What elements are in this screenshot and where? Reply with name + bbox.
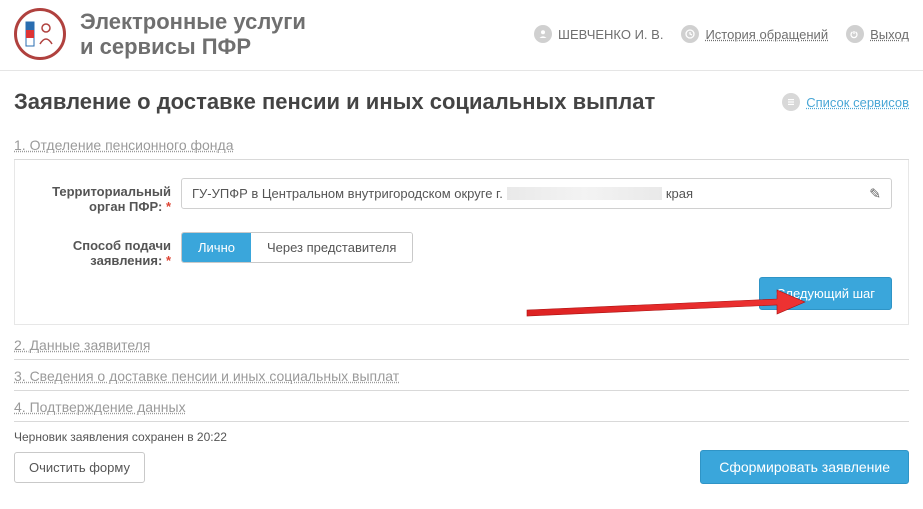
draft-saved-note: Черновик заявления сохранен в 20:22 bbox=[0, 422, 923, 450]
list-icon bbox=[782, 93, 800, 111]
step-2-heading[interactable]: 2. Данные заявителя bbox=[14, 329, 909, 360]
territorial-row: Территориальный орган ПФР: * ГУ-УПФР в Ц… bbox=[31, 178, 892, 214]
clear-form-button[interactable]: Очистить форму bbox=[14, 452, 145, 483]
method-control: Лично Через представителя bbox=[181, 232, 892, 263]
step-1-heading[interactable]: 1. Отделение пенсионного фонда bbox=[14, 129, 909, 160]
method-label-text: Способ подачи заявления: bbox=[73, 238, 171, 268]
header-right: ШЕВЧЕНКО И. В. История обращений Выход bbox=[534, 25, 909, 43]
app-header: Электронные услуги и сервисы ПФР ШЕВЧЕНК… bbox=[0, 0, 923, 71]
title-row: Заявление о доставке пенсии и иных социа… bbox=[0, 71, 923, 129]
brand-line-2: и сервисы ПФР bbox=[80, 34, 306, 59]
submit-application-button[interactable]: Сформировать заявление bbox=[700, 450, 909, 484]
history-label: История обращений bbox=[705, 27, 828, 42]
brand-line-1: Электронные услуги bbox=[80, 9, 306, 34]
territorial-input[interactable]: ГУ-УПФР в Центральном внутригородском ок… bbox=[181, 178, 892, 209]
logout-label: Выход bbox=[870, 27, 909, 42]
logout-icon bbox=[846, 25, 864, 43]
next-step-button[interactable]: Следующий шаг bbox=[759, 277, 892, 310]
step-4-heading[interactable]: 4. Подтверждение данных bbox=[14, 391, 909, 422]
required-asterisk: * bbox=[166, 253, 171, 268]
pfr-logo-icon bbox=[14, 8, 66, 60]
territorial-control: ГУ-УПФР в Центральном внутригородском ок… bbox=[181, 178, 892, 209]
territorial-prefix: ГУ-УПФР в Центральном внутригородском ок… bbox=[192, 186, 503, 201]
logout-link[interactable]: Выход bbox=[846, 25, 909, 43]
method-option-representative[interactable]: Через представителя bbox=[251, 233, 412, 262]
method-option-self[interactable]: Лично bbox=[182, 233, 251, 262]
territorial-label: Территориальный орган ПФР: * bbox=[31, 178, 181, 214]
territorial-masked-region bbox=[507, 187, 662, 200]
territorial-suffix: края bbox=[666, 186, 693, 201]
services-list-label: Список сервисов bbox=[806, 95, 909, 110]
user-name-label: ШЕВЧЕНКО И. В. bbox=[558, 27, 663, 42]
step-3-heading[interactable]: 3. Сведения о доставке пенсии и иных соц… bbox=[14, 360, 909, 391]
services-list-link[interactable]: Список сервисов bbox=[782, 93, 909, 111]
page-title: Заявление о доставке пенсии и иных социа… bbox=[14, 89, 655, 115]
history-icon bbox=[681, 25, 699, 43]
method-row: Способ подачи заявления: * Лично Через п… bbox=[31, 232, 892, 268]
territorial-label-text: Территориальный орган ПФР: bbox=[52, 184, 171, 214]
method-segmented-control: Лично Через представителя bbox=[181, 232, 413, 263]
user-menu[interactable]: ШЕВЧЕНКО И. В. bbox=[534, 25, 663, 43]
brand-title: Электронные услуги и сервисы ПФР bbox=[80, 9, 306, 60]
edit-icon[interactable]: ✎ bbox=[869, 185, 881, 202]
wizard-steps: 1. Отделение пенсионного фонда Территори… bbox=[0, 129, 923, 422]
history-link[interactable]: История обращений bbox=[681, 25, 828, 43]
user-icon bbox=[534, 25, 552, 43]
bottom-actions: Очистить форму Сформировать заявление bbox=[0, 450, 923, 494]
method-label: Способ подачи заявления: * bbox=[31, 232, 181, 268]
required-asterisk: * bbox=[166, 199, 171, 214]
step-1-body: Территориальный орган ПФР: * ГУ-УПФР в Ц… bbox=[14, 160, 909, 325]
